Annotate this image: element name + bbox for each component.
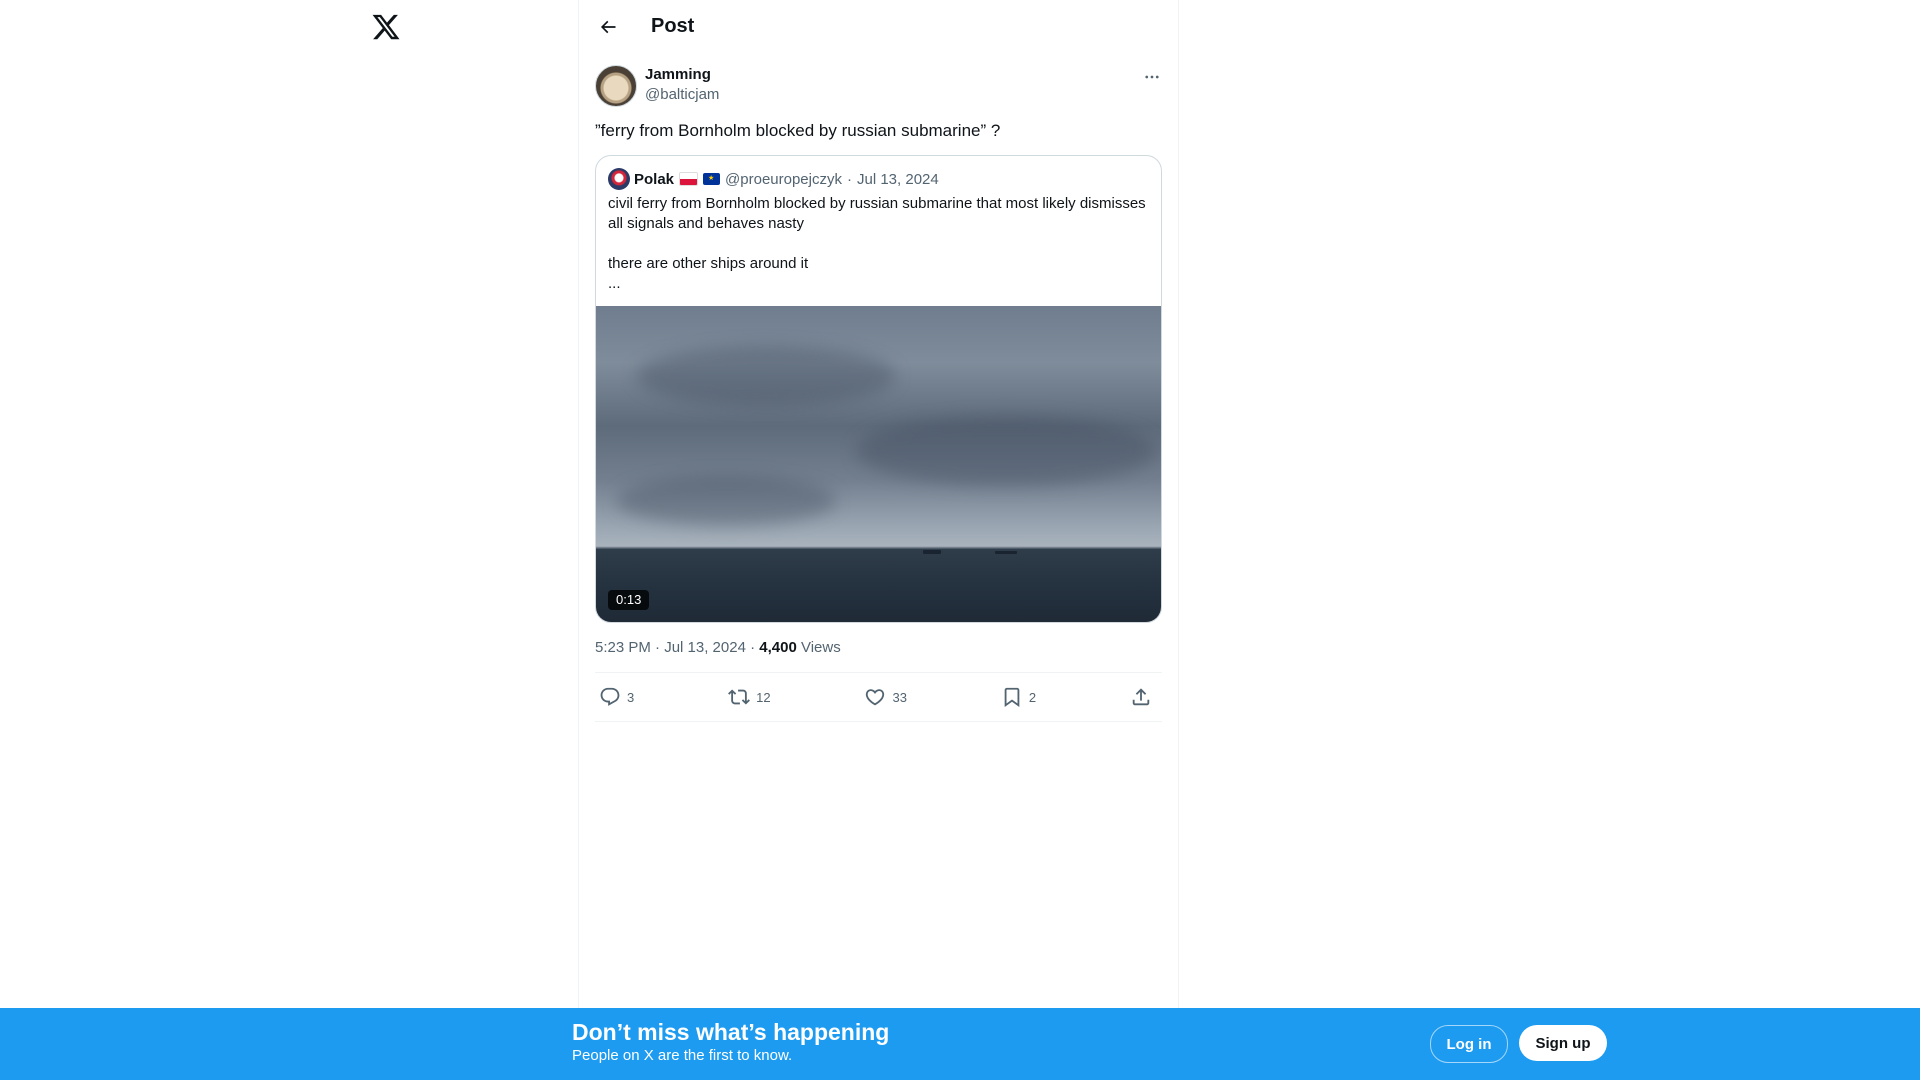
video-duration: 0:13 (608, 590, 650, 610)
signup-button[interactable]: Sign up (1519, 1025, 1607, 1061)
views-count: 4,400 (759, 639, 797, 656)
flag-poland-icon (679, 172, 699, 186)
separator: · (846, 170, 852, 188)
quoted-text: civil ferry from Bornholm blocked by rus… (608, 195, 1146, 292)
like-count: 33 (892, 689, 907, 705)
page-title: Post (651, 15, 695, 37)
arrow-left-icon[interactable] (591, 10, 625, 44)
ship-silhouette (923, 550, 941, 554)
banner-title: Don’t miss what’s happening (572, 1019, 890, 1045)
banner-subtitle: People on X are the first to know. (572, 1047, 793, 1064)
repost-icon (728, 689, 751, 705)
quoted-date: Jul 13, 2024 (856, 170, 939, 188)
reply-icon (600, 687, 620, 706)
avatar (608, 168, 630, 190)
signup-banner: Don’t miss what’s happening People on X … (0, 1008, 1920, 1080)
flag-eu-icon (703, 173, 721, 185)
author-handle[interactable]: @balticjam (645, 85, 719, 105)
post-timestamp[interactable]: 5:23 PM · Jul 13, 2024 · (595, 639, 759, 656)
views-label: Views (796, 639, 841, 656)
quoted-author-name: Polak (634, 170, 675, 188)
post-meta: 5:23 PM · Jul 13, 2024 · 4,400 Views (595, 639, 1162, 673)
more-options-icon[interactable] (1142, 67, 1162, 87)
reply-button[interactable]: 3 (599, 686, 634, 708)
quoted-post[interactable]: Polak @proeuropejczyk · Jul 13, 2024 civ… (595, 155, 1162, 623)
quoted-post-header: Polak @proeuropejczyk · Jul 13, 2024 (596, 156, 1161, 190)
share-button[interactable] (1130, 686, 1158, 708)
action-bar: 3 12 33 2 (595, 673, 1162, 722)
ship-silhouette (995, 551, 1017, 554)
heart-icon (866, 689, 885, 706)
post-author: Jamming @balticjam (595, 65, 1162, 107)
video-thumbnail[interactable]: 0:13 (596, 306, 1161, 622)
repost-count: 12 (756, 689, 771, 705)
post: Jamming @balticjam ”ferry from Bornholm … (579, 65, 1178, 722)
login-button[interactable]: Log in (1430, 1025, 1508, 1063)
bookmark-button[interactable]: 2 (1001, 686, 1036, 708)
author-name[interactable]: Jamming (645, 65, 719, 85)
post-text: ”ferry from Bornholm blocked by russian … (595, 121, 1001, 140)
quoted-author-handle: @proeuropejczyk (725, 170, 842, 188)
main-column: Post Jamming @balticjam ”ferry from Born… (578, 0, 1179, 1080)
header: Post (579, 0, 1178, 53)
repost-button[interactable]: 12 (728, 686, 771, 708)
reply-count: 3 (627, 689, 635, 705)
avatar[interactable] (595, 65, 637, 107)
share-icon (1132, 688, 1150, 706)
like-button[interactable]: 33 (864, 686, 907, 708)
bookmark-count: 2 (1028, 689, 1037, 705)
bookmark-icon (1004, 687, 1020, 708)
x-logo-icon[interactable] (371, 12, 401, 42)
